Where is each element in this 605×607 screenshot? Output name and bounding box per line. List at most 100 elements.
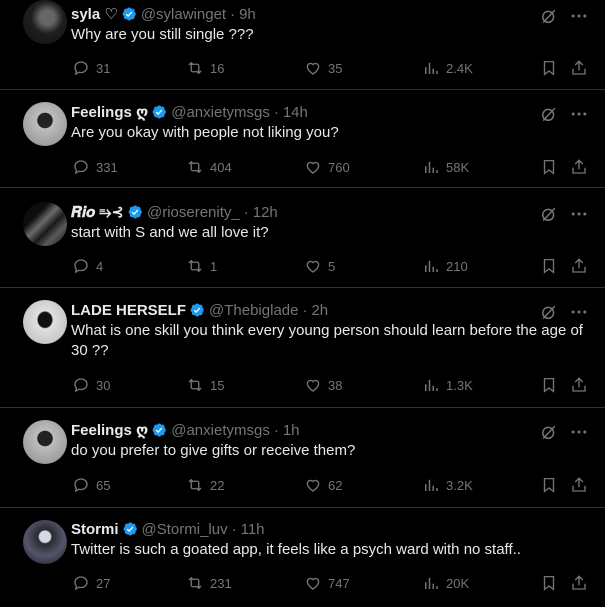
- avatar[interactable]: [23, 420, 67, 464]
- retweet-button[interactable]: 22: [186, 475, 224, 495]
- reply-icon: [74, 378, 88, 393]
- views-icon: [425, 161, 438, 173]
- tweet-header: 𝑹𝒊𝒐 ⥱⊰ @rioserenity_ · 12h: [71, 204, 278, 221]
- user-handle[interactable]: @sylawinget: [141, 6, 226, 23]
- tweet[interactable]: 𝑹𝒊𝒐 ⥱⊰ @rioserenity_ · 12h start with S and…: [0, 188, 605, 288]
- share-button[interactable]: [570, 475, 588, 495]
- views-button[interactable]: 20K: [422, 573, 469, 593]
- tweet[interactable]: LADE HERSELF @Thebiglade · 2h What is one s…: [0, 288, 605, 408]
- timestamp[interactable]: 2h: [311, 302, 328, 319]
- user-handle[interactable]: @anxietymsgs: [171, 104, 270, 121]
- bookmark-button[interactable]: [540, 256, 558, 276]
- tweet-text: Twitter is such a goated app, it feels l…: [71, 541, 521, 558]
- reply-button[interactable]: 331: [72, 157, 118, 177]
- like-button[interactable]: 35: [304, 58, 342, 78]
- tweet-header: syla ♡ @sylawinget · 9h: [71, 6, 256, 23]
- bookmark-button[interactable]: [540, 475, 558, 495]
- reply-button[interactable]: 30: [72, 375, 110, 395]
- grok-icon[interactable]: [539, 422, 559, 442]
- tweet[interactable]: Stormi @Stormi_luv · 11h Twitter is such a …: [0, 508, 605, 607]
- retweet-button[interactable]: 16: [186, 58, 224, 78]
- timestamp[interactable]: 1h: [283, 422, 300, 439]
- bookmark-icon: [543, 477, 555, 493]
- share-icon: [572, 575, 586, 590]
- bookmark-button[interactable]: [540, 573, 558, 593]
- user-handle[interactable]: @rioserenity_: [147, 204, 240, 221]
- like-count: 35: [328, 60, 343, 76]
- tweet[interactable]: Feelings ღ @anxietymsgs · 1h do you prefer …: [0, 408, 605, 508]
- tweet-header: LADE HERSELF @Thebiglade · 2h: [71, 302, 329, 319]
- views-icon: [425, 379, 438, 391]
- reply-count: 331: [96, 159, 118, 175]
- avatar[interactable]: [23, 0, 67, 44]
- retweet-icon: [188, 378, 202, 392]
- views-button[interactable]: 2.4K: [422, 58, 473, 78]
- views-count: 1.3K: [446, 377, 473, 393]
- verified-badge-icon: [190, 303, 204, 317]
- reply-button[interactable]: 65: [72, 475, 110, 495]
- more-icon[interactable]: [569, 6, 589, 26]
- tweet[interactable]: Feelings ღ @anxietymsgs · 14h Are you okay …: [0, 90, 605, 188]
- retweet-count: 22: [210, 477, 225, 493]
- display-name[interactable]: Feelings ღ: [71, 104, 148, 121]
- user-handle[interactable]: @anxietymsgs: [171, 422, 270, 439]
- more-icon[interactable]: [569, 422, 589, 442]
- tweet-header: Stormi @Stormi_luv · 11h: [71, 521, 265, 538]
- display-name[interactable]: syla ♡: [71, 6, 118, 23]
- more-icon[interactable]: [569, 104, 589, 124]
- user-handle[interactable]: @Stormi_luv: [142, 521, 228, 538]
- timestamp[interactable]: 9h: [239, 6, 256, 23]
- avatar[interactable]: [23, 102, 67, 146]
- display-name[interactable]: Stormi: [71, 521, 119, 538]
- display-name[interactable]: Feelings ღ: [71, 422, 148, 439]
- share-button[interactable]: [570, 157, 588, 177]
- avatar[interactable]: [23, 520, 67, 564]
- avatar[interactable]: [23, 300, 67, 344]
- share-button[interactable]: [570, 256, 588, 276]
- timestamp[interactable]: 11h: [241, 521, 265, 538]
- grok-icon[interactable]: [539, 6, 559, 26]
- display-name[interactable]: 𝑹𝒊𝒐 ⥱⊰: [71, 204, 124, 221]
- retweet-button[interactable]: 15: [186, 375, 224, 395]
- share-button[interactable]: [570, 58, 588, 78]
- grok-icon[interactable]: [539, 104, 559, 124]
- like-button[interactable]: 5: [304, 256, 335, 276]
- views-button[interactable]: 58K: [422, 157, 469, 177]
- avatar[interactable]: [23, 202, 67, 246]
- bookmark-button[interactable]: [540, 157, 558, 177]
- reply-icon: [74, 160, 88, 175]
- reply-button[interactable]: 27: [72, 573, 110, 593]
- retweet-count: 404: [210, 159, 232, 175]
- views-button[interactable]: 3.2K: [422, 475, 473, 495]
- views-button[interactable]: 1.3K: [422, 375, 473, 395]
- like-button[interactable]: 62: [304, 475, 342, 495]
- like-button[interactable]: 38: [304, 375, 342, 395]
- display-name[interactable]: LADE HERSELF: [71, 302, 186, 319]
- bookmark-button[interactable]: [540, 375, 558, 395]
- grok-icon[interactable]: [539, 302, 559, 322]
- share-button[interactable]: [570, 573, 588, 593]
- more-icon[interactable]: [569, 204, 589, 224]
- bookmark-button[interactable]: [540, 58, 558, 78]
- share-button[interactable]: [570, 375, 588, 395]
- retweet-button[interactable]: 231: [186, 573, 232, 593]
- timestamp[interactable]: 12h: [253, 204, 278, 221]
- reply-icon: [74, 576, 88, 591]
- reply-button[interactable]: 31: [72, 58, 110, 78]
- like-button[interactable]: 760: [304, 157, 350, 177]
- verified-badge-icon: [122, 7, 136, 21]
- like-icon: [306, 379, 320, 392]
- reply-button[interactable]: 4: [72, 256, 103, 276]
- tweet-actions: 331 404 760 58K: [70, 157, 592, 177]
- grok-icon[interactable]: [539, 204, 559, 224]
- views-button[interactable]: 210: [422, 256, 468, 276]
- timestamp[interactable]: 14h: [283, 104, 308, 121]
- like-button[interactable]: 747: [304, 573, 350, 593]
- retweet-button[interactable]: 404: [186, 157, 232, 177]
- more-icon[interactable]: [569, 302, 589, 322]
- tweet-actions: 4 1 5 210: [70, 256, 592, 276]
- retweet-icon: [188, 576, 202, 590]
- user-handle[interactable]: @Thebiglade: [209, 302, 298, 319]
- tweet[interactable]: syla ♡ @sylawinget · 9h Why are you still s…: [0, 0, 605, 90]
- retweet-button[interactable]: 1: [186, 256, 217, 276]
